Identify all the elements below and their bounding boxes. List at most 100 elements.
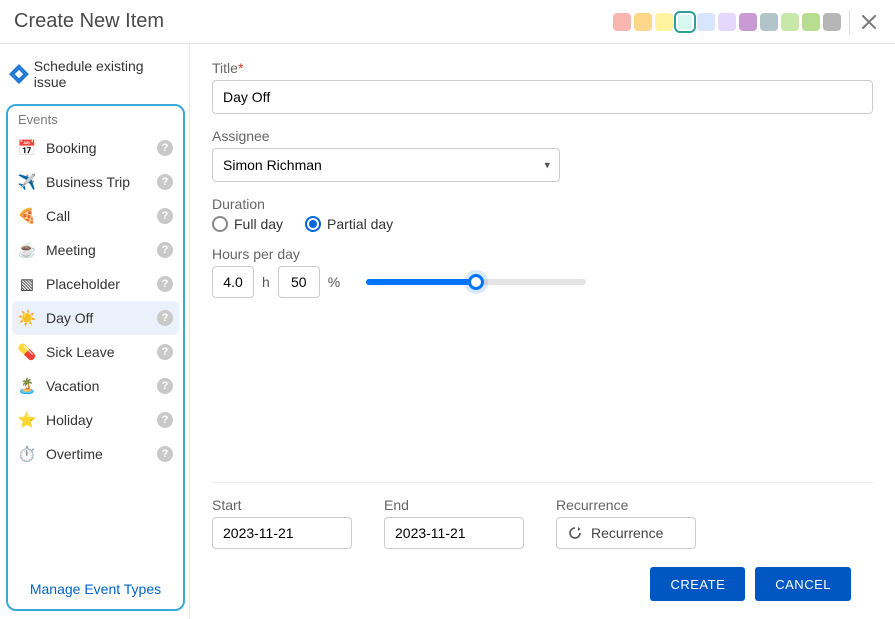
dialog-footer: CREATE CANCEL [212,549,873,619]
help-icon[interactable]: ? [157,378,173,394]
color-swatch[interactable] [697,13,715,31]
help-icon[interactable]: ? [157,140,173,156]
event-label: Sick Leave [46,344,114,360]
event-label: Booking [46,140,97,156]
help-icon[interactable]: ? [157,208,173,224]
slider-track-fill [366,279,476,285]
event-icon: ☕ [18,241,36,259]
color-swatch[interactable] [781,13,799,31]
hours-unit: h [262,274,270,290]
color-swatch[interactable] [655,13,673,31]
title-label: Title* [212,60,873,76]
event-type-item[interactable]: ▧ Placeholder? [12,267,179,301]
dialog-header: Create New Item [0,0,895,44]
event-label: Vacation [46,378,99,394]
close-icon[interactable] [859,12,879,32]
event-icon: ✈️ [18,173,36,191]
hours-label: Hours per day [212,246,873,262]
end-label: End [384,497,524,513]
hours-field-group: Hours per day h % [212,246,873,298]
help-icon[interactable]: ? [157,242,173,258]
help-icon[interactable]: ? [157,174,173,190]
schedule-existing-issue[interactable]: Schedule existing issue [6,52,185,100]
full-day-label: Full day [234,216,283,232]
issue-icon [9,64,29,84]
event-type-item[interactable]: ☕ Meeting? [12,233,179,267]
form-area: Title* Assignee ▾ Duration Full day [190,44,895,619]
duration-radio-group: Full day Partial day [212,216,873,232]
date-recurrence-row: Start End Recurrence Recurre [212,482,873,549]
event-type-item[interactable]: ☀️Day Off? [12,301,179,335]
color-swatch[interactable] [739,13,757,31]
manage-event-types-link[interactable]: Manage Event Types [12,573,179,599]
assignee-select[interactable] [212,148,560,182]
help-icon[interactable]: ? [157,276,173,292]
refresh-icon [567,525,583,541]
help-icon[interactable]: ? [157,446,173,462]
schedule-existing-label: Schedule existing issue [34,58,177,90]
event-label: Placeholder [46,276,120,292]
create-button[interactable]: CREATE [650,567,745,601]
color-picker [613,13,841,31]
event-type-item[interactable]: 💊 Sick Leave? [12,335,179,369]
start-label: Start [212,497,352,513]
recurrence-button[interactable]: Recurrence [556,517,696,549]
event-icon: 🍕 [18,207,36,225]
help-icon[interactable]: ? [157,344,173,360]
title-field-group: Title* [212,60,873,114]
hours-slider[interactable] [366,279,586,285]
event-icon: ☀️ [18,309,36,327]
color-swatch[interactable] [634,13,652,31]
event-icon: ⭐ [18,411,36,429]
event-icon: ⏱️ [18,445,36,463]
percent-input[interactable] [278,266,320,298]
slider-thumb[interactable] [468,274,484,290]
event-type-item[interactable]: 📅 Booking? [12,131,179,165]
title-input[interactable] [212,80,873,114]
start-field: Start [212,497,352,549]
event-type-item[interactable]: 🏝️ Vacation? [12,369,179,403]
event-label: Holiday [46,412,93,428]
event-icon: 🏝️ [18,377,36,395]
color-swatch[interactable] [823,13,841,31]
full-day-radio[interactable]: Full day [212,216,283,232]
color-swatch[interactable] [760,13,778,31]
help-icon[interactable]: ? [157,412,173,428]
event-icon: 💊 [18,343,36,361]
color-swatch[interactable] [613,13,631,31]
end-input[interactable] [384,517,524,549]
start-input[interactable] [212,517,352,549]
events-list: 📅Booking?✈️Business Trip?🍕Call?☕Meeting?… [12,131,179,471]
end-field: End [384,497,524,549]
event-icon: ▧ [18,275,36,293]
hours-input[interactable] [212,266,254,298]
events-header: Events [12,112,179,131]
partial-day-radio[interactable]: Partial day [305,216,393,232]
header-controls [613,12,879,32]
duration-field-group: Duration Full day Partial day [212,196,873,232]
help-icon[interactable]: ? [157,310,173,326]
color-swatch[interactable] [802,13,820,31]
assignee-label: Assignee [212,128,873,144]
duration-label: Duration [212,196,873,212]
recurrence-field: Recurrence Recurrence [556,497,696,549]
events-panel: Events 📅Booking?✈️Business Trip?🍕Call?☕M… [6,104,185,611]
recurrence-label: Recurrence [556,497,696,513]
event-type-item[interactable]: 🍕Call? [12,199,179,233]
recurrence-button-label: Recurrence [591,525,663,541]
event-type-item[interactable]: ⭐ Holiday? [12,403,179,437]
dialog-body: Schedule existing issue Events 📅 Booking?… [0,44,895,619]
event-icon: 📅 [18,139,36,157]
event-type-item[interactable]: ⏱️ Overtime? [12,437,179,471]
partial-day-label: Partial day [327,216,393,232]
color-swatch[interactable] [676,13,694,31]
assignee-field-group: Assignee ▾ [212,128,873,182]
event-label: Business Trip [46,174,130,190]
sidebar: Schedule existing issue Events 📅 Booking?… [0,44,190,619]
create-item-dialog: Create New Item Schedule existing issue … [0,0,895,619]
color-swatch[interactable] [718,13,736,31]
event-type-item[interactable]: ✈️ Business Trip? [12,165,179,199]
event-label: Meeting [46,242,96,258]
cancel-button[interactable]: CANCEL [755,567,851,601]
event-label: Overtime [46,446,103,462]
